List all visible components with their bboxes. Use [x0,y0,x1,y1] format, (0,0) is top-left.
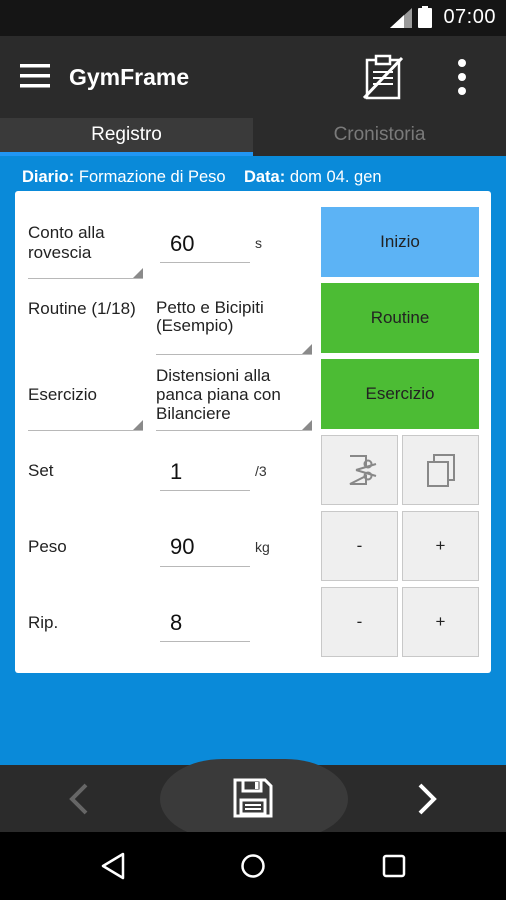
countdown-label: Conto alla rovescia [28,223,105,262]
set-unit: /3 [255,463,267,479]
exercise-spinner[interactable] [156,419,312,431]
weight-input[interactable]: 90 [170,534,194,560]
weight-plus-button[interactable]: + [402,511,479,581]
chevron-left-icon[interactable] [68,783,90,815]
copy-icon [426,454,455,487]
routine-button[interactable]: Routine [321,283,479,353]
set-underline [160,490,250,491]
info-line: Diario: Formazione di Peso Data: dom 04.… [22,168,382,187]
menu-icon[interactable] [20,64,50,88]
clipboard-off-icon[interactable] [362,54,404,100]
reps-underline [160,641,250,642]
date-value: dom 04. gen [289,168,382,186]
routine-label: Routine (1/18) [28,299,136,318]
chevron-right-icon[interactable] [416,783,438,815]
reps-minus-button[interactable]: - [321,587,398,657]
log-card: Conto alla rovescia 60 s Inizio Routine … [15,191,491,673]
cut-button[interactable] [321,435,398,505]
weight-underline [160,566,250,567]
reps-input[interactable]: 8 [170,610,182,636]
exercise-button[interactable]: Esercizio [321,359,479,429]
battery-icon [418,6,432,28]
cut-icon [349,455,376,485]
tab-registro[interactable]: Registro [0,118,253,156]
diary-label: Diario: [22,168,75,186]
weight-label: Peso [28,537,67,556]
reps-label: Rip. [28,613,59,632]
tab-bar: Registro Cronistoria [0,118,506,156]
nav-back-icon[interactable] [100,852,126,880]
countdown-unit: s [255,235,262,251]
app-bar: GymFrame [0,36,506,118]
routine-spinner[interactable] [156,343,312,355]
tab-cronistoria[interactable]: Cronistoria [253,118,506,156]
start-button[interactable]: Inizio [321,207,479,277]
exercise-value: Distensioni alla panca piana con Bilanci… [156,366,281,423]
weight-minus-button[interactable]: - [321,511,398,581]
more-vert-icon[interactable] [452,58,472,96]
status-bar: 07:00 [0,0,506,36]
signal-icon [390,8,412,28]
countdown-input[interactable]: 60 [170,231,194,257]
set-input[interactable]: 1 [170,459,182,485]
status-time: 07:00 [443,6,496,28]
copy-button[interactable] [402,435,479,505]
nav-recents-icon[interactable] [382,854,406,878]
reps-plus-button[interactable]: + [402,587,479,657]
routine-value: Petto e Bicipiti (Esempio) [156,298,264,335]
exercise-label-spinner[interactable] [28,419,143,431]
bottom-toolbar [0,759,506,839]
exercise-label: Esercizio [28,385,97,404]
weight-unit: kg [255,539,270,555]
app-title: GymFrame [69,64,190,90]
countdown-spinner[interactable] [28,267,143,279]
nav-home-icon[interactable] [240,853,266,879]
set-label: Set [28,461,54,480]
countdown-underline [160,262,250,263]
system-nav-bar [0,832,506,900]
date-label: Data: [243,168,286,186]
save-icon[interactable] [233,778,273,818]
diary-value: Formazione di Peso [78,168,226,186]
